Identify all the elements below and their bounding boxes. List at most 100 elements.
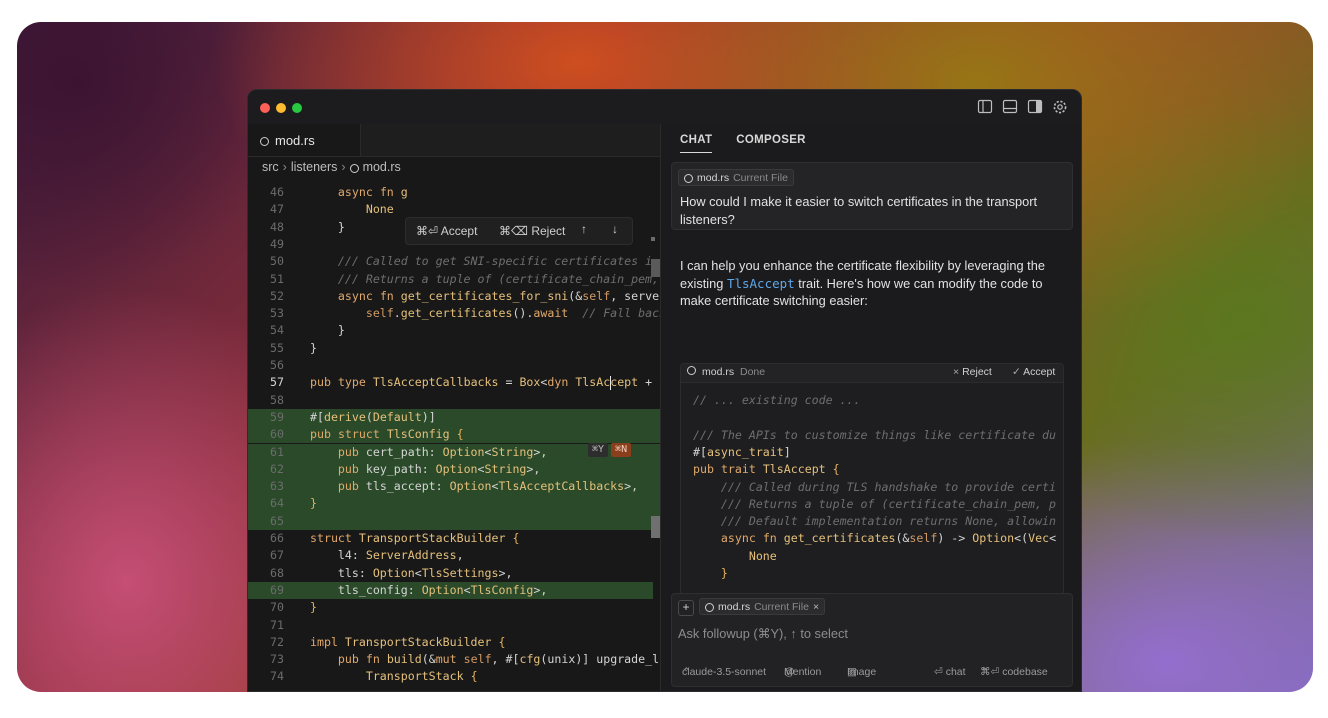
- rust-file-icon: [684, 174, 693, 183]
- rust-file-icon: [687, 366, 696, 375]
- code-block-line: /// Returns a tuple of (certificate_chai…: [720, 496, 1056, 511]
- code-block-accept-button[interactable]: ✓ Accept: [1012, 366, 1055, 378]
- code-line[interactable]: 67 l4: ServerAddress,: [248, 547, 660, 564]
- assistant-answer: I can help you enhance the certificate f…: [680, 257, 1070, 310]
- diff-shortcut-badges: ⌘Y ⌘N: [588, 443, 632, 457]
- code-line[interactable]: 51 /// Returns a tuple of (certificate_c…: [248, 271, 660, 288]
- line-number: 56: [270, 358, 284, 372]
- editor-scrollbar-thumb[interactable]: [651, 516, 660, 538]
- close-icon: ×: [953, 366, 960, 378]
- code-block-reject-button[interactable]: × Reject: [953, 366, 992, 378]
- breadcrumb-listeners[interactable]: listeners: [291, 160, 338, 174]
- code-line[interactable]: 71: [248, 617, 660, 634]
- toggle-secondary-sidebar-icon[interactable]: [1027, 99, 1044, 115]
- line-number: 60: [270, 427, 284, 442]
- title-bar: [248, 90, 1081, 124]
- rust-file-icon: [260, 136, 269, 146]
- code-block-line: /// Default implementation returns None,…: [720, 514, 1056, 529]
- line-number: 47: [270, 202, 284, 217]
- code-line[interactable]: 62 pub key_path: Option<String>,: [248, 460, 660, 479]
- reject-button[interactable]: ⌘⌫ Reject: [499, 224, 565, 238]
- code-line[interactable]: 58: [248, 392, 660, 409]
- context-file-pill[interactable]: mod.rs Current File: [678, 169, 794, 186]
- code-line[interactable]: 73 pub fn build(&mut self, #[cfg(unix)] …: [248, 651, 666, 668]
- line-number: 48: [270, 219, 284, 234]
- settings-gear-icon[interactable]: [1052, 99, 1069, 115]
- code-line[interactable]: 74 TransportStack {: [248, 668, 660, 685]
- line-text: None: [365, 202, 394, 217]
- code-block-line: // ... existing code ...: [693, 393, 861, 407]
- chat-tab-bar: CHAT COMPOSER: [680, 134, 806, 153]
- maximize-window-button[interactable]: [292, 103, 302, 113]
- accept-button[interactable]: ⌘⏎ Accept: [416, 224, 477, 238]
- line-number: 68: [270, 565, 284, 580]
- code-line[interactable]: 59 #[derive(Default)]: [248, 408, 660, 427]
- toggle-panel-icon[interactable]: [1002, 99, 1019, 115]
- code-line[interactable]: 50 /// Called to get SNI-specific certif…: [248, 253, 660, 270]
- code-editor[interactable]: mod.rs src › listeners › mod.rs 46 async…: [248, 124, 666, 691]
- tab-composer[interactable]: COMPOSER: [736, 134, 806, 153]
- line-number: 62: [270, 461, 284, 476]
- code-line[interactable]: 66 struct TransportStackBuilder {: [248, 530, 660, 547]
- code-line[interactable]: 69 tls_config: Option<TlsConfig>,: [248, 581, 653, 600]
- line-text: pub key_path: Option<String>,: [337, 461, 541, 476]
- arrow-up-icon[interactable]: ↑: [581, 222, 587, 236]
- code-line[interactable]: 47 None: [248, 201, 660, 218]
- line-number: 46: [270, 185, 284, 199]
- breadcrumb-file[interactable]: mod.rs: [363, 160, 401, 174]
- codebase-label: ⌘⏎ codebase: [980, 666, 1048, 678]
- line-text: /// Called to get SNI-specific certifica…: [337, 254, 653, 269]
- code-line[interactable]: 63 pub tls_accept: Option<TlsAcceptCallb…: [248, 478, 660, 496]
- code-line[interactable]: 68 tls: Option<TlsSettings>,: [248, 565, 660, 582]
- code-block-header: mod.rs Done × Reject ✓ Accept: [681, 364, 1063, 383]
- code-line[interactable]: 64}: [248, 495, 660, 513]
- code-line[interactable]: 60 pub struct TlsConfig {: [248, 426, 660, 444]
- code-line[interactable]: 55}: [248, 340, 660, 357]
- tab-chat[interactable]: CHAT: [680, 134, 713, 153]
- add-context-button[interactable]: +: [678, 600, 694, 616]
- context-file-pill[interactable]: mod.rs Current File ×: [699, 598, 826, 615]
- code-line[interactable]: 46 async fn g: [248, 184, 660, 201]
- line-number: 72: [270, 634, 284, 649]
- accept-shortcut: ⌘⏎: [416, 224, 439, 238]
- image-label: Image: [847, 666, 877, 678]
- code-block-line: #[async_trait]: [693, 444, 791, 459]
- chevron-up-icon: ⌃: [980, 666, 989, 678]
- close-window-button[interactable]: [260, 103, 270, 113]
- code-line[interactable]: 52 async fn get_certificates_for_sni(&se…: [248, 288, 666, 305]
- scrollbar-marker: [651, 237, 655, 241]
- chat-submit-button[interactable]: ⏎ chat: [934, 666, 966, 678]
- pill-file-name: mod.rs: [697, 171, 730, 184]
- minimize-window-button[interactable]: [276, 103, 286, 113]
- line-number: 53: [270, 306, 284, 321]
- line-number: 67: [270, 548, 284, 563]
- line-text: }: [310, 219, 345, 234]
- code-line[interactable]: 54 }: [248, 322, 660, 339]
- close-icon[interactable]: ×: [813, 601, 819, 613]
- arrow-down-icon[interactable]: ↓: [612, 222, 618, 236]
- reject-label: Reject: [962, 366, 992, 378]
- line-number: 65: [270, 513, 284, 528]
- code-block-line: async fn get_certificates(&self) -> Opti…: [720, 531, 1057, 546]
- code-block-line: /// The APIs to customize things like ce…: [693, 427, 1056, 442]
- line-text: /// Returns a tuple of (certificate_chai…: [337, 271, 660, 286]
- breadcrumb-src[interactable]: src: [262, 160, 279, 174]
- followup-input[interactable]: Ask followup (⌘Y), ↑ to select: [678, 626, 848, 642]
- line-number: 59: [270, 409, 284, 424]
- line-text: }: [310, 496, 317, 511]
- toggle-primary-sidebar-icon[interactable]: [977, 99, 994, 115]
- tab-mod-rs[interactable]: mod.rs: [248, 124, 361, 156]
- code-line[interactable]: 72 impl TransportStackBuilder {: [248, 634, 660, 651]
- check-icon: ✓: [1012, 366, 1021, 378]
- code-line[interactable]: 53 self.get_certificates().await // Fall…: [248, 305, 666, 322]
- accept-label: Accept: [440, 224, 478, 238]
- pill-tag: Current File: [754, 600, 809, 613]
- tab-label: mod.rs: [275, 132, 315, 148]
- mention-label: Mention: [784, 666, 822, 678]
- reject-diff-badge[interactable]: ⌘N: [611, 443, 632, 457]
- code-line[interactable]: 70}: [248, 599, 660, 616]
- code-line[interactable]: 65: [248, 512, 660, 530]
- code-line[interactable]: 56: [248, 357, 660, 374]
- code-line[interactable]: 57 pub type TlsAcceptCallbacks = Box<dyn …: [248, 374, 666, 391]
- accept-diff-badge[interactable]: ⌘Y: [588, 443, 609, 457]
